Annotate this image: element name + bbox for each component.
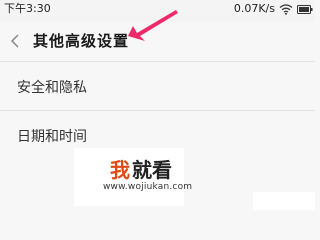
page-title: 其他高级设置 xyxy=(33,32,130,50)
watermark-url: www.wojiukan.com xyxy=(103,182,193,192)
watermark-logo-part1: 我 xyxy=(110,158,130,182)
battery-icon xyxy=(297,4,313,14)
list-item-security-privacy[interactable]: 安全和隐私 xyxy=(0,63,315,107)
list-divider xyxy=(0,110,315,111)
header-divider xyxy=(0,61,315,62)
network-speed: 0.07K/s xyxy=(233,2,275,15)
settings-screen: 下午3:30 0.07K/s 其他高级设置 安全和隐私 日期和时间 我 就看 w… xyxy=(0,0,315,210)
pointer-arrow-icon xyxy=(128,10,178,41)
watermark-logo-part2: 就看 xyxy=(132,158,172,182)
list-item-label: 安全和隐私 xyxy=(17,80,87,96)
list-item-label: 日期和时间 xyxy=(17,129,87,145)
status-right-group: 0.07K/s xyxy=(234,0,313,18)
corner-watermark xyxy=(253,192,315,210)
chevron-left-icon[interactable] xyxy=(8,32,22,50)
wifi-icon xyxy=(279,3,293,15)
status-time: 下午3:30 xyxy=(4,2,51,15)
